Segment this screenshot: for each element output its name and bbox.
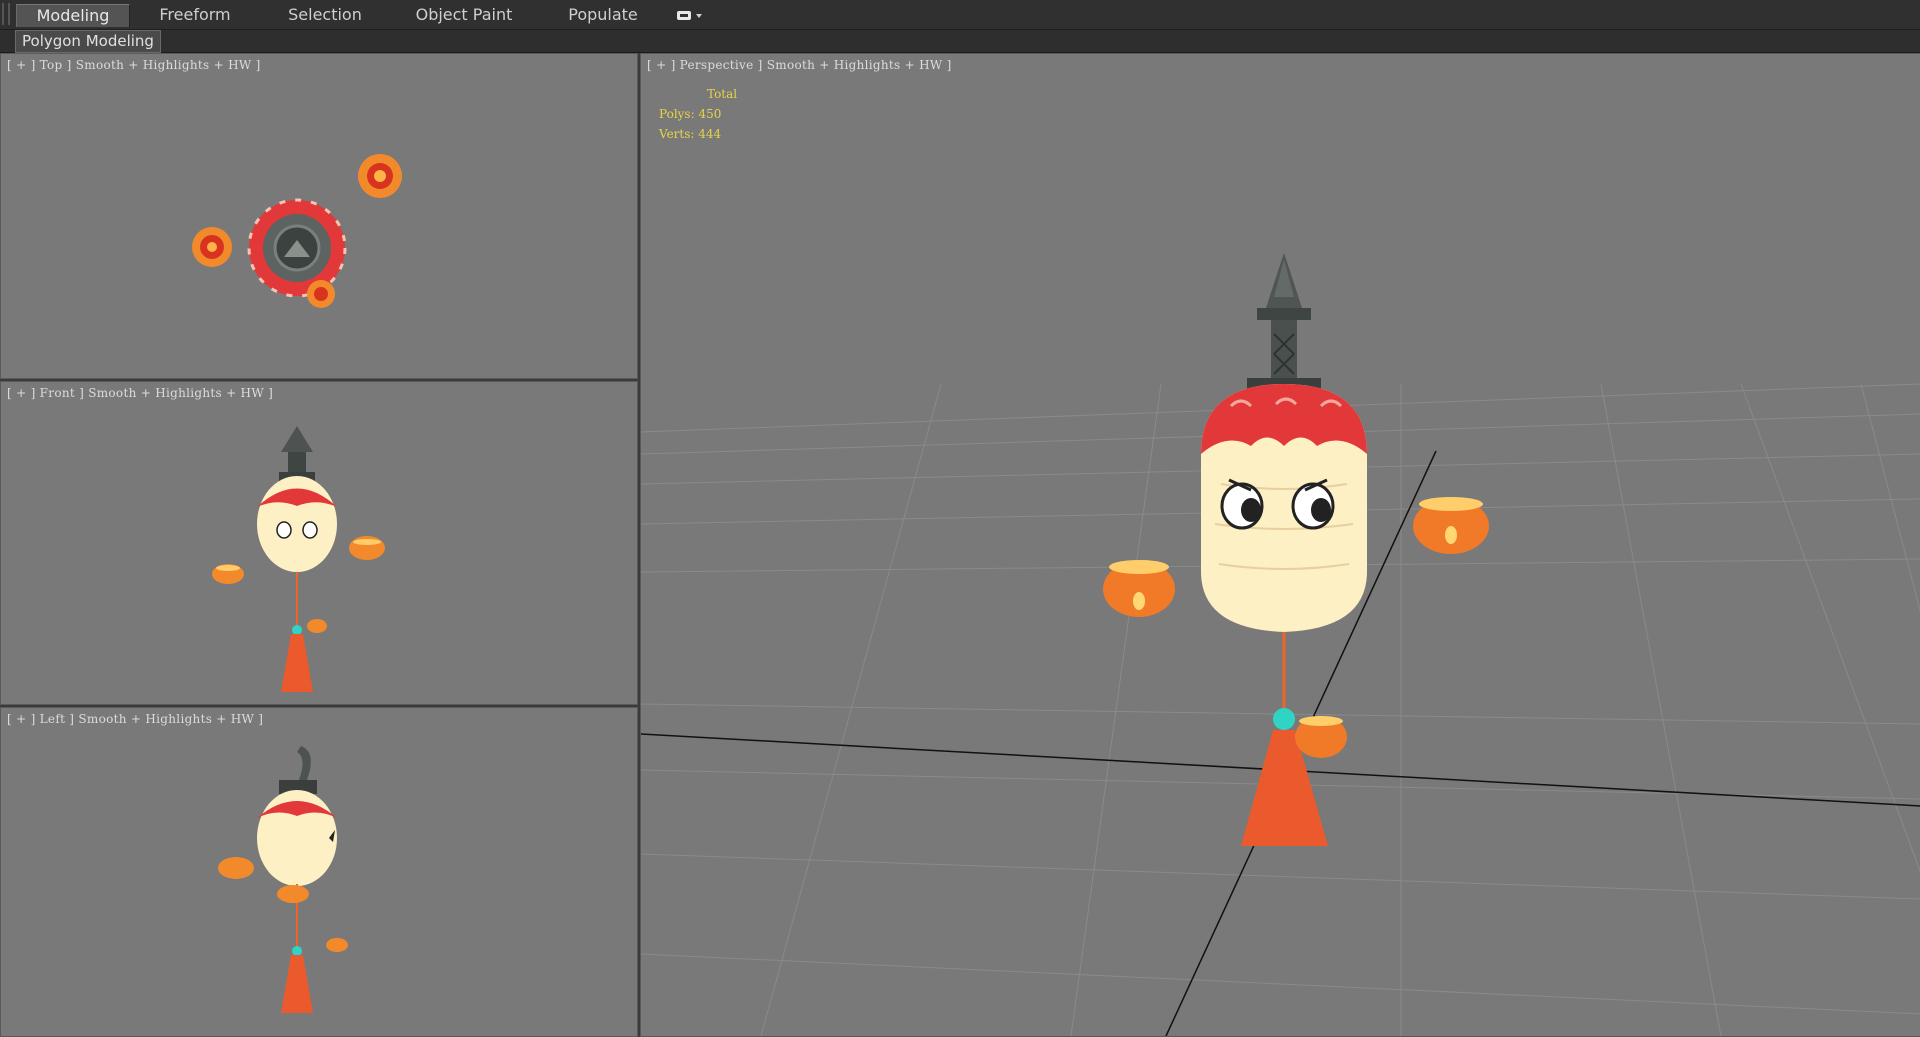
tab-modeling[interactable]: Modeling xyxy=(16,4,130,27)
stats-total-header: Total xyxy=(707,87,738,101)
perspective-lantern-body xyxy=(1201,384,1367,632)
polygon-modeling-panel-button[interactable]: Polygon Modeling xyxy=(15,30,161,53)
front-small-lamp-right xyxy=(349,536,385,560)
tab-object-paint[interactable]: Object Paint xyxy=(404,4,524,26)
viewport-perspective[interactable]: [ + ] Perspective ] Smooth + Highlights … xyxy=(640,53,1920,1037)
perspective-small-lamp-left xyxy=(1103,560,1175,617)
ribbon-tabs-bar: Modeling Freeform Selection Object Paint… xyxy=(0,0,1920,30)
stats-verts: Verts: 444 xyxy=(659,127,722,141)
left-lantern-body xyxy=(257,790,337,886)
left-small-lamp-bottom xyxy=(326,938,348,952)
front-lantern-tassel xyxy=(281,634,313,692)
left-lantern-tassel xyxy=(281,955,313,1013)
toggle-ribbon-dropdown-icon[interactable] xyxy=(676,8,706,22)
front-lantern-bead xyxy=(292,625,302,635)
front-lantern-body xyxy=(257,476,337,572)
stats-polys: Polys: 450 xyxy=(659,107,722,121)
ribbon-grip[interactable] xyxy=(2,3,10,25)
front-view-lantern-model xyxy=(212,426,385,692)
front-small-lamp-bottom xyxy=(307,619,327,633)
left-lantern-roof xyxy=(279,746,317,794)
perspective-lantern-roof xyxy=(1247,253,1321,394)
perspective-small-lamp-bottom xyxy=(1295,716,1347,758)
top-small-lamp-right xyxy=(358,154,402,198)
viewport-top[interactable]: [ + ] Top ] Smooth + Highlights + HW ] xyxy=(0,53,638,379)
top-small-lamp-left xyxy=(192,227,232,267)
left-lantern-bead xyxy=(292,946,302,956)
viewport-left[interactable]: [ + ] Left ] Smooth + Highlights + HW ] xyxy=(0,707,638,1037)
viewport-perspective-label[interactable]: [ + ] Perspective ] Smooth + Highlights … xyxy=(647,58,952,72)
top-view-lantern-model xyxy=(192,154,402,308)
top-small-lamp-bottom xyxy=(307,280,335,308)
ribbon-panel-bar: Polygon Modeling xyxy=(0,30,1920,53)
tab-freeform[interactable]: Freeform xyxy=(140,4,250,26)
perspective-small-lamp-right xyxy=(1413,497,1489,554)
tab-populate[interactable]: Populate xyxy=(548,4,658,26)
left-view-lantern-model xyxy=(218,746,348,1013)
scene-statistics: Total Polys: 450 Verts: 444 xyxy=(659,84,737,144)
viewport-front[interactable]: [ + ] Front ] Smooth + Highlights + HW ] xyxy=(0,381,638,705)
front-small-lamp-left xyxy=(212,564,244,584)
tab-selection[interactable]: Selection xyxy=(270,4,380,26)
top-main-lantern-disc xyxy=(247,198,347,298)
left-small-lamp-front xyxy=(277,885,309,903)
left-small-lamp-left xyxy=(218,857,254,879)
perspective-lantern-bead xyxy=(1273,708,1295,730)
perspective-scene xyxy=(641,253,1920,1036)
front-lantern-roof xyxy=(279,426,315,482)
